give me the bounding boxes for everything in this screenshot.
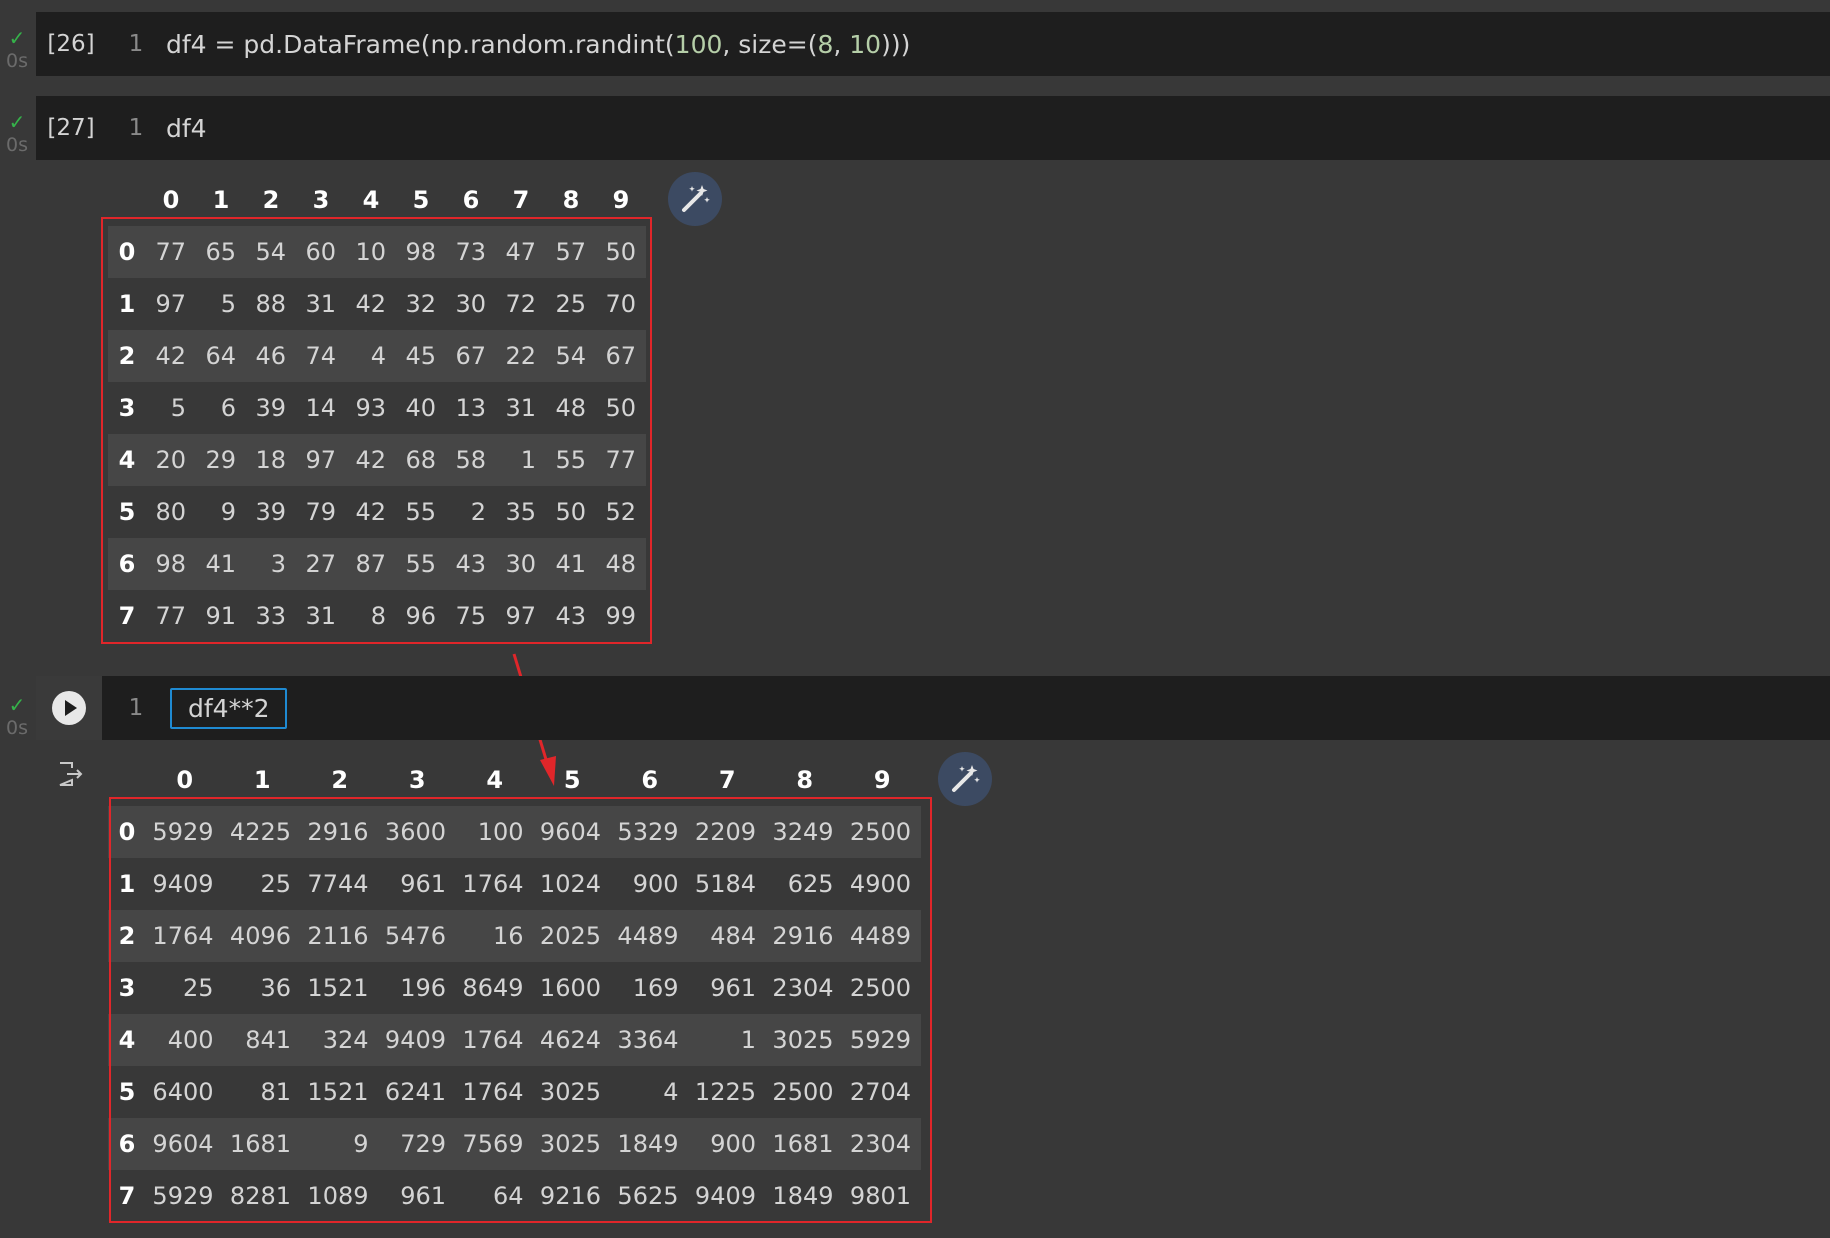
execution-count: [26] <box>47 31 95 57</box>
magic-wand-icon[interactable] <box>938 752 992 806</box>
magic-wand-icon[interactable] <box>668 172 722 226</box>
code-line[interactable]: df4 <box>166 114 207 143</box>
check-icon: ✓ <box>8 693 26 717</box>
line-number: 1 <box>128 695 144 721</box>
exec-time: 0s <box>6 717 28 739</box>
cell-status-26: ✓ 0s <box>0 28 34 72</box>
run-button[interactable] <box>36 676 102 740</box>
highlight-box-df4 <box>101 217 652 644</box>
code-cell-26[interactable]: [26] 1 df4 = pd.DataFrame(np.random.rand… <box>36 12 1830 76</box>
line-number: 1 <box>128 31 144 57</box>
play-icon <box>64 700 77 716</box>
cell-status-27: ✓ 0s <box>0 112 34 156</box>
check-icon: ✓ <box>8 110 26 134</box>
code-cell-active[interactable]: 1 df4**2 <box>36 676 1830 740</box>
code-line[interactable]: df4 = pd.DataFrame(np.random.randint(100… <box>166 30 910 59</box>
cell-status-active: ✓ 0s <box>0 695 34 739</box>
check-icon: ✓ <box>8 26 26 50</box>
code-input[interactable]: df4**2 <box>170 687 288 729</box>
highlight-box-df4-squared <box>109 797 932 1223</box>
exec-time: 0s <box>6 134 28 156</box>
output-icon[interactable] <box>56 760 84 792</box>
code-cell-27[interactable]: [27] 1 df4 <box>36 96 1830 160</box>
line-number: 1 <box>128 115 144 141</box>
execution-count: [27] <box>47 115 95 141</box>
exec-time: 0s <box>6 50 28 72</box>
